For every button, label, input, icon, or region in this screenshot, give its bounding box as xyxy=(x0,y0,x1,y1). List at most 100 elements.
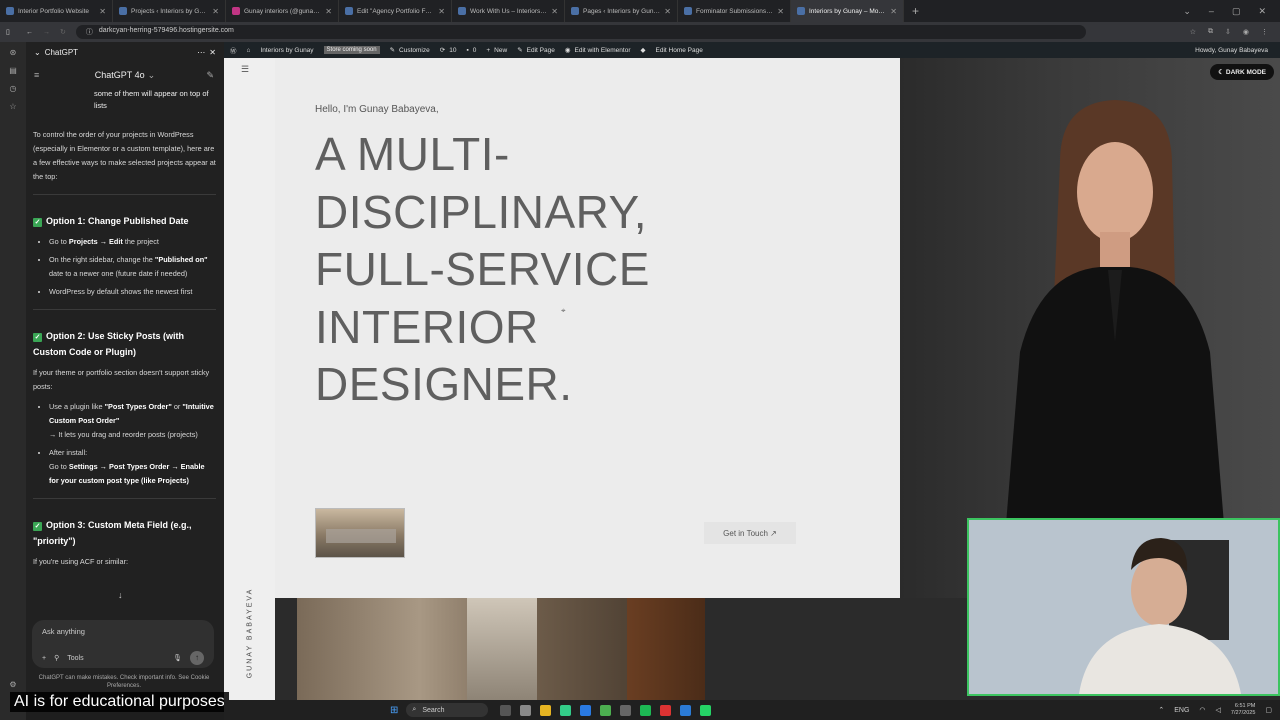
get-in-touch-button[interactable]: Get in Touch ↗ xyxy=(704,522,796,544)
file-explorer-icon[interactable] xyxy=(540,704,552,716)
tools-label[interactable]: Tools xyxy=(67,655,83,662)
browser-sidebar-rail: ⊛ ▤ ◷ ☆ ⚙ xyxy=(0,42,26,720)
wifi-icon[interactable]: ◠ xyxy=(1199,706,1205,714)
extension-icon[interactable]: ⧉ xyxy=(1208,28,1213,36)
browser-tab[interactable]: Work With Us – Interiors by Gu ✕ xyxy=(452,0,565,22)
chrome-icon[interactable] xyxy=(600,704,612,716)
site-info-icon[interactable]: ⓘ xyxy=(86,27,93,37)
sidebar-title: ChatGPT xyxy=(44,47,79,57)
edit-home-link[interactable]: Edit Home Page xyxy=(656,47,703,54)
divider xyxy=(33,498,216,499)
browser-tab[interactable]: Edit "Agency Portfolio Footer" ✕ xyxy=(339,0,452,22)
windows-start-icon[interactable]: ⊞ xyxy=(390,705,398,716)
tools-icon[interactable]: ⚲ xyxy=(54,654,59,662)
project-image[interactable] xyxy=(297,598,705,700)
chatgpt-sidebar: ⌄ ChatGPT ⋯ ✕ ≡ ChatGPT 4o ⌄ ✎ some of t… xyxy=(26,42,224,692)
profile-icon[interactable]: ◉ xyxy=(1243,28,1249,36)
forward-icon[interactable]: → xyxy=(43,29,50,36)
site-favicon-icon xyxy=(684,7,692,15)
new-link[interactable]: New xyxy=(494,47,507,54)
bookmark-star-icon[interactable]: ☆ xyxy=(1190,28,1196,36)
back-icon[interactable]: ← xyxy=(26,29,33,36)
webcam-overlay xyxy=(967,518,1280,696)
plus-icon[interactable]: + xyxy=(42,655,46,662)
chevron-down-icon[interactable]: ⌄ xyxy=(34,48,41,57)
option-heading: ✓ Option 1: Change Published Date xyxy=(33,216,189,227)
scroll-down-icon[interactable]: ↓ xyxy=(118,590,123,600)
volume-icon[interactable]: ◁ xyxy=(1216,706,1221,714)
new-tab-button[interactable]: + xyxy=(904,4,927,18)
whatsapp-icon[interactable] xyxy=(700,704,712,716)
wallet-icon[interactable]: ▤ xyxy=(9,66,17,75)
tab-title: Interiors by Gunay – Modern In xyxy=(809,7,886,15)
browser-tab[interactable]: Pages ‹ Interiors by Gunay — W✕ xyxy=(565,0,678,22)
chat-input[interactable]: Ask anything xyxy=(42,627,204,636)
microphone-icon[interactable]: 🎙 xyxy=(173,654,182,662)
vscode-icon[interactable] xyxy=(680,704,692,716)
chatgpt-app-icon[interactable] xyxy=(520,704,532,716)
tab-search-icon[interactable]: ⌄ xyxy=(1183,6,1191,17)
clock[interactable]: 6:51 PM 7/27/2025 xyxy=(1231,703,1255,717)
sidebar-toggle-icon[interactable]: ▯ xyxy=(6,28,10,36)
browser-tab[interactable]: Projects ‹ Interiors by Gunay — ✕ xyxy=(113,0,226,22)
history-icon[interactable]: ◷ xyxy=(10,84,17,93)
edit-elementor-link[interactable]: Edit with Elementor xyxy=(575,47,631,54)
site-favicon-icon xyxy=(345,7,353,15)
notification-icon[interactable]: ▢ xyxy=(1265,706,1272,714)
chatgpt-icon[interactable]: ⊛ xyxy=(10,48,17,57)
settings-icon[interactable] xyxy=(620,704,632,716)
browser-icon[interactable] xyxy=(580,704,592,716)
send-button[interactable]: ↑ xyxy=(190,651,204,665)
reload-icon[interactable]: ↻ xyxy=(60,28,66,36)
maximize-button[interactable]: ▢ xyxy=(1232,6,1241,17)
comments-icon: ▪ xyxy=(466,46,469,54)
hamburger-menu-icon[interactable]: ☰ xyxy=(241,64,257,75)
close-tab-icon[interactable]: ✕ xyxy=(99,7,106,16)
wp-site-name[interactable]: Interiors by Gunay xyxy=(260,47,313,54)
lang-indicator[interactable]: ENG xyxy=(1174,707,1189,714)
close-tab-icon[interactable]: ✕ xyxy=(664,7,671,16)
browser-tab[interactable]: Forminator Submissions ‹ Inter ✕ xyxy=(678,0,791,22)
download-icon[interactable]: ⇩ xyxy=(1225,28,1231,36)
url-field[interactable]: ⓘ darkcyan-herring-579496.hostingersite.… xyxy=(75,25,1086,39)
browser-tab-active[interactable]: Interiors by Gunay – Modern In ✕ xyxy=(791,0,904,22)
close-tab-icon[interactable]: ✕ xyxy=(325,7,332,16)
close-window-button[interactable]: ✕ xyxy=(1258,6,1266,17)
option-heading: ✓ Option 3: Custom Meta Field (e.g., "pri… xyxy=(33,520,192,546)
close-tab-icon[interactable]: ✕ xyxy=(890,7,897,16)
mouse-cursor-icon: ⌖ xyxy=(561,306,566,315)
more-options-icon[interactable]: ⋯ xyxy=(197,48,205,57)
menu-icon[interactable]: ⋮ xyxy=(1261,28,1268,36)
comments-count[interactable]: 0 xyxy=(473,47,477,54)
chat-composer[interactable]: Ask anything + ⚲ Tools 🎙 ↑ xyxy=(32,620,214,668)
dark-mode-toggle[interactable]: ☾ DARK MODE xyxy=(1210,64,1274,80)
close-tab-icon[interactable]: ✕ xyxy=(212,7,219,16)
sidebar-menu-icon[interactable]: ≡ xyxy=(34,70,39,80)
close-tab-icon[interactable]: ✕ xyxy=(551,7,558,16)
taskbar-search[interactable]: ⌕ Search xyxy=(406,703,489,717)
wordpress-logo-icon[interactable]: Ⓦ xyxy=(230,45,237,55)
headline-line: DISCIPLINARY, xyxy=(315,185,648,238)
tray-chevron-icon[interactable]: ⌃ xyxy=(1158,706,1164,714)
close-tab-icon[interactable]: ✕ xyxy=(438,7,445,16)
browser-tab[interactable]: Interior Portfolio Website ✕ xyxy=(0,0,113,22)
settings-gear-icon[interactable]: ⚙ xyxy=(9,680,16,689)
howdy-user[interactable]: Howdy, Gunay Babayeva xyxy=(1195,47,1280,54)
edit-page-link[interactable]: Edit Page xyxy=(527,47,555,54)
spotify-icon[interactable] xyxy=(640,704,652,716)
customize-link[interactable]: Customize xyxy=(399,47,430,54)
edge-icon[interactable] xyxy=(560,704,572,716)
favorites-icon[interactable]: ☆ xyxy=(9,102,16,111)
list-item: Go to Projects → Edit the project xyxy=(49,235,216,249)
tab-title: Forminator Submissions ‹ Inter xyxy=(696,7,773,15)
updates-count[interactable]: 10 xyxy=(449,47,456,54)
task-view-icon[interactable] xyxy=(500,704,512,716)
recorder-icon[interactable] xyxy=(660,704,672,716)
close-tab-icon[interactable]: ✕ xyxy=(777,7,784,16)
browser-tab[interactable]: Gunay interiors (@gunay.interi ✕ xyxy=(226,0,339,22)
model-selector[interactable]: ≡ ChatGPT 4o ⌄ ✎ xyxy=(26,62,224,88)
close-icon[interactable]: ✕ xyxy=(209,48,216,57)
project-thumbnail[interactable] xyxy=(315,508,405,558)
new-chat-icon[interactable]: ✎ xyxy=(206,70,214,81)
minimize-button[interactable]: – xyxy=(1209,6,1214,17)
